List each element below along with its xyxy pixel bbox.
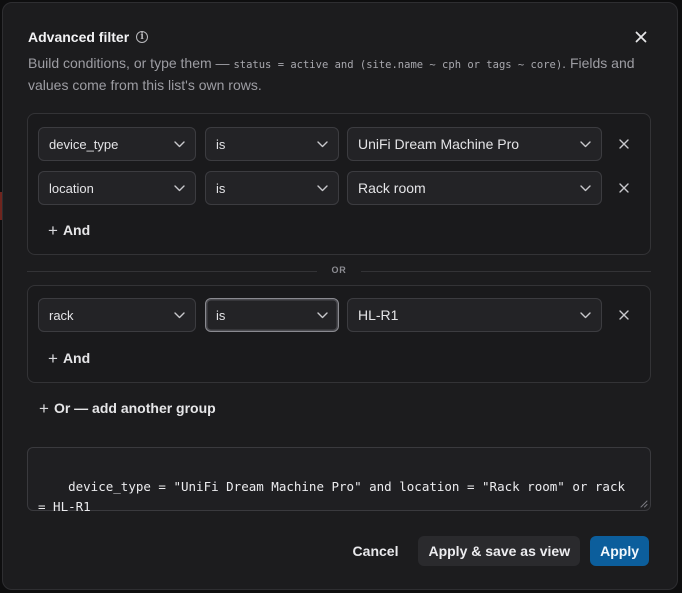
field-select-value: device_type: [49, 136, 119, 152]
operator-select[interactable]: is: [205, 171, 339, 205]
chevron-down-icon: [316, 138, 328, 150]
add-and-condition-button[interactable]: + And: [48, 348, 90, 368]
chevron-down-icon: [579, 182, 591, 194]
divider-line: [361, 271, 651, 272]
add-and-label: And: [62, 350, 91, 366]
field-select[interactable]: device_type: [38, 127, 196, 161]
plus-icon: +: [48, 348, 58, 368]
chevron-down-icon: [316, 182, 328, 194]
remove-icon: [619, 139, 629, 149]
divider-line: [27, 271, 317, 272]
operator-select[interactable]: is: [205, 298, 339, 332]
dialog-footer: Cancel Apply & save as view Apply: [343, 536, 649, 566]
value-select[interactable]: Rack room: [347, 171, 602, 205]
advanced-filter-dialog: Advanced filter i Build conditions, or t…: [2, 2, 678, 590]
operator-select-value: is: [216, 307, 226, 323]
subtitle-example-code: status = active and (site.name ~ cph or …: [233, 59, 563, 71]
subtitle-lead: Build conditions, or type them —: [28, 55, 234, 71]
field-select[interactable]: rack: [38, 298, 196, 332]
chevron-down-icon: [579, 138, 591, 150]
value-select[interactable]: UniFi Dream Machine Pro: [347, 127, 602, 161]
field-select-value: rack: [49, 307, 74, 323]
chevron-down-icon: [579, 309, 591, 321]
condition-group-1: device_type is UniFi Dream Machine Pro l…: [27, 113, 651, 255]
remove-icon: [619, 183, 629, 193]
add-and-label: And: [62, 222, 91, 238]
condition-group-2: rack is HL-R1 + And: [27, 285, 651, 383]
resize-grip-icon[interactable]: [640, 500, 648, 508]
plus-icon: +: [39, 398, 49, 418]
dialog-header: Advanced filter i Build conditions, or t…: [28, 27, 653, 95]
apply-save-view-button[interactable]: Apply & save as view: [418, 536, 581, 566]
chevron-down-icon: [316, 309, 328, 321]
or-divider: OR: [27, 263, 651, 279]
operator-select-value: is: [216, 180, 226, 196]
value-select-value: HL-R1: [358, 307, 399, 323]
query-textarea[interactable]: device_type = "UniFi Dream Machine Pro" …: [27, 447, 651, 514]
apply-button[interactable]: Apply: [590, 536, 649, 566]
close-button[interactable]: [629, 25, 653, 49]
add-and-condition-button[interactable]: + And: [48, 220, 90, 240]
field-select[interactable]: location: [38, 171, 196, 205]
dialog-title: Advanced filter: [28, 29, 130, 45]
field-select-value: location: [49, 180, 94, 196]
remove-condition-button[interactable]: [614, 178, 634, 198]
or-label: OR: [331, 265, 347, 275]
value-select-value: Rack room: [358, 180, 426, 196]
operator-select[interactable]: is: [205, 127, 339, 161]
query-text: device_type = "UniFi Dream Machine Pro" …: [38, 479, 633, 514]
add-or-group-button[interactable]: + Or — add another group: [39, 398, 216, 418]
cancel-button[interactable]: Cancel: [343, 536, 409, 566]
dialog-subtitle: Build conditions, or type them — status …: [28, 53, 648, 95]
operator-select-value: is: [216, 136, 226, 152]
chevron-down-icon: [173, 138, 185, 150]
chevron-down-icon: [173, 182, 185, 194]
value-select[interactable]: HL-R1: [347, 298, 602, 332]
remove-condition-button[interactable]: [614, 305, 634, 325]
info-icon[interactable]: i: [136, 31, 149, 43]
close-icon: [635, 31, 647, 43]
plus-icon: +: [48, 220, 58, 240]
value-select-value: UniFi Dream Machine Pro: [358, 136, 520, 152]
add-group-label: Or — add another group: [53, 400, 216, 416]
remove-icon: [619, 310, 629, 320]
chevron-down-icon: [173, 309, 185, 321]
remove-condition-button[interactable]: [614, 134, 634, 154]
